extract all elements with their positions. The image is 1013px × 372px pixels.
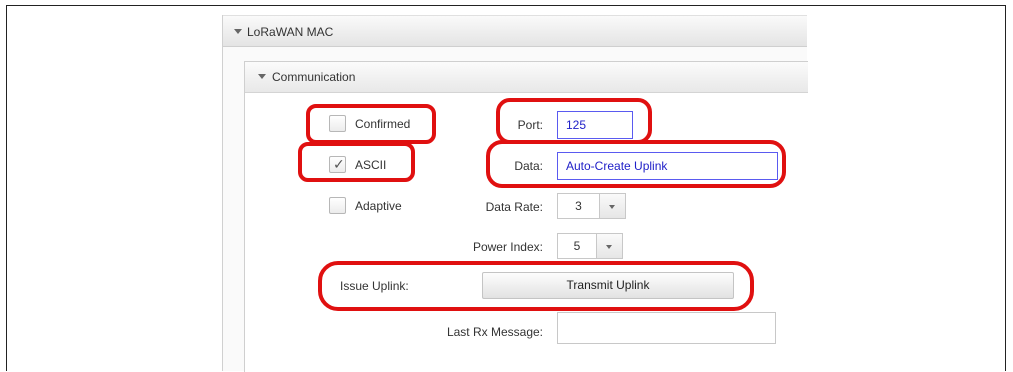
highlight-data [486,140,786,188]
data-rate-label: Data Rate: [485,200,543,214]
communication-header[interactable]: Communication [245,62,808,93]
data-rate-select[interactable]: 3 [557,193,600,219]
lorawan-mac-header[interactable]: LoRaWAN MAC [223,15,807,47]
highlight-confirmed [306,104,436,144]
highlight-port [496,98,652,144]
adaptive-label: Adaptive [355,199,402,213]
chevron-down-icon [606,245,612,249]
last-rx-message-field [557,312,776,344]
section-title: LoRaWAN MAC [247,25,334,39]
collapse-arrow-icon[interactable] [234,29,242,34]
last-rx-message-label: Last Rx Message: [446,325,543,339]
power-index-dropdown-button[interactable] [597,233,623,259]
data-rate-dropdown-button[interactable] [600,193,626,219]
adaptive-checkbox[interactable] [329,197,346,214]
highlight-ascii [298,142,415,182]
collapse-arrow-icon[interactable] [258,74,266,79]
power-index-select[interactable]: 5 [557,233,597,259]
power-index-label: Power Index: [472,240,543,254]
chevron-down-icon [609,205,615,209]
communication-title: Communication [272,70,356,84]
highlight-issue-uplink [318,261,754,311]
